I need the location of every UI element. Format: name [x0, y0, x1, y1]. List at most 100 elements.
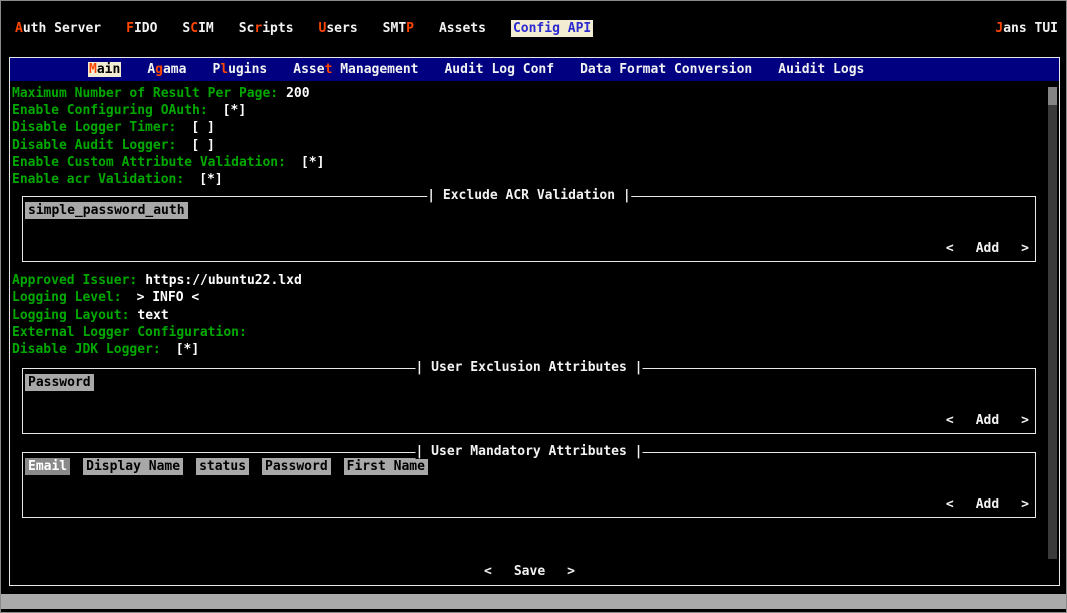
tab-label: Auidit Logs	[778, 62, 864, 77]
add-button-label: Add	[976, 497, 999, 512]
list-item[interactable]: Display Name	[83, 458, 183, 475]
field-max-results: Maximum Number of Result Per Page: 200	[12, 85, 1047, 102]
tab-asset-management[interactable]: Asset Management	[293, 62, 418, 77]
field-label: Logging Layout:	[12, 307, 129, 324]
tab-data-format-conversion[interactable]: Data Format Conversion	[580, 62, 752, 77]
list-item[interactable]: simple_password_auth	[25, 202, 188, 219]
scrollbar-thumb[interactable]	[1048, 87, 1057, 105]
tab-label: Management	[332, 62, 418, 77]
tab-label: ugins	[228, 62, 267, 77]
list-item[interactable]: Password	[262, 458, 331, 475]
user-exclusion-attributes-title: | User Exclusion Attributes |	[416, 360, 643, 375]
menu-item-scripts[interactable]: Scripts	[239, 21, 294, 36]
field-label: External Logger Configuration:	[12, 324, 247, 341]
tab-hotkey: l	[220, 62, 228, 77]
field-logging-level: Logging Level: > INFO <	[12, 289, 1047, 306]
field-label: Enable Configuring OAuth:	[12, 102, 208, 119]
app-title-jans-tui: Jans TUI	[995, 21, 1058, 36]
field-label: Disable Audit Logger:	[12, 137, 176, 154]
tab-plugins[interactable]: Plugins	[212, 62, 267, 77]
field-external-logger: External Logger Configuration:	[12, 324, 1047, 341]
field-label: Enable Custom Attribute Validation:	[12, 154, 286, 171]
button-bracket-left: <	[946, 241, 954, 256]
user-exclusion-attributes-box: | User Exclusion Attributes | Password <…	[22, 368, 1036, 434]
field-label: Maximum Number of Result Per Page:	[12, 85, 278, 102]
field-label: Approved Issuer:	[12, 272, 137, 289]
menu-label: SMT	[383, 21, 406, 36]
tab-hotkey: g	[155, 62, 163, 77]
tab-label: Data Format Conversion	[580, 62, 752, 77]
field-enable-custom-attr-validation: Enable Custom Attribute Validation: [*]	[12, 154, 1047, 171]
button-bracket-left: <	[946, 497, 954, 512]
button-bracket-left: <	[946, 413, 954, 428]
list-item[interactable]: status	[196, 458, 249, 475]
enable-acr-validation-checkbox[interactable]: [*]	[199, 171, 222, 188]
menu-hotkey: P	[406, 21, 414, 36]
tab-main[interactable]: Main	[88, 62, 121, 77]
user-mandatory-attributes-box: | User Mandatory Attributes | Email Disp…	[22, 452, 1036, 518]
user-exclusion-add-button[interactable]: < Add >	[946, 413, 1029, 428]
menu-hotkey: F	[126, 21, 134, 36]
tab-label: Asse	[293, 62, 324, 77]
tab-audit-log-conf[interactable]: Audit Log Conf	[444, 62, 554, 77]
field-disable-logger-timer: Disable Logger Timer: [ ]	[12, 119, 1047, 136]
menu-item-fido[interactable]: FIDO	[126, 21, 157, 36]
list-item[interactable]: First Name	[344, 458, 428, 475]
menu-item-smtp[interactable]: SMTP	[383, 21, 414, 36]
menu-label: uth Server	[23, 21, 101, 36]
save-button[interactable]: < Save >	[12, 564, 1047, 579]
field-disable-audit-logger: Disable Audit Logger: [ ]	[12, 137, 1047, 154]
list-item[interactable]: Email	[25, 458, 70, 475]
exclude-acr-add-button[interactable]: < Add >	[946, 241, 1029, 256]
approved-issuer-input[interactable]: https://ubuntu22.lxd	[145, 272, 302, 289]
field-logging-layout: Logging Layout: text	[12, 307, 1047, 324]
add-button-label: Add	[976, 241, 999, 256]
user-mandatory-attributes-title: | User Mandatory Attributes |	[416, 444, 643, 459]
button-bracket-right: >	[1021, 241, 1029, 256]
form-content: Maximum Number of Result Per Page: 200 E…	[10, 81, 1059, 579]
field-enable-acr-validation: Enable acr Validation: [*]	[12, 171, 1047, 188]
vertical-scrollbar[interactable]	[1048, 87, 1057, 559]
menu-label: Sc	[239, 21, 255, 36]
menu-label: IDO	[134, 21, 157, 36]
menu-item-config-api-selected[interactable]: Config API	[511, 20, 593, 37]
menu-label: Config API	[513, 21, 591, 36]
logging-layout-input[interactable]: text	[137, 307, 168, 324]
field-label: Disable JDK Logger:	[12, 341, 161, 358]
field-enable-oauth: Enable Configuring OAuth: [*]	[12, 102, 1047, 119]
menu-item-users[interactable]: Users	[319, 21, 358, 36]
tab-label: Audit Log Conf	[444, 62, 554, 77]
user-mandatory-add-button[interactable]: < Add >	[946, 497, 1029, 512]
disable-logger-timer-checkbox[interactable]: [ ]	[191, 119, 214, 136]
tab-agama[interactable]: Agama	[147, 62, 186, 77]
menu-label: ans TUI	[1003, 21, 1058, 36]
menu-label: ipts	[262, 21, 293, 36]
add-button-label: Add	[976, 413, 999, 428]
max-results-input[interactable]: 200	[286, 85, 309, 102]
enable-custom-attr-validation-checkbox[interactable]: [*]	[301, 154, 324, 171]
button-bracket-left: <	[484, 564, 492, 579]
menu-label: Assets	[439, 21, 486, 36]
button-bracket-right: >	[567, 564, 575, 579]
menu-hotkey: C	[190, 21, 198, 36]
menu-item-auth-server[interactable]: Auth Server	[15, 21, 101, 36]
menu-hotkey: A	[15, 21, 23, 36]
menu-item-assets[interactable]: Assets	[439, 21, 486, 36]
menu-item-scim[interactable]: SCIM	[182, 21, 213, 36]
logging-level-spinner[interactable]: > INFO <	[137, 289, 200, 306]
tab-audit-logs[interactable]: Auidit Logs	[778, 62, 864, 77]
tab-label: ama	[163, 62, 186, 77]
tab-hotkey: M	[89, 62, 97, 77]
disable-audit-logger-checkbox[interactable]: [ ]	[191, 137, 214, 154]
exclude-acr-validation-box: | Exclude ACR Validation | simple_passwo…	[22, 196, 1036, 262]
list-item[interactable]: Password	[25, 374, 94, 391]
config-api-panel: Main Agama Plugins Asset Management Audi…	[9, 57, 1060, 586]
menu-label: IM	[198, 21, 214, 36]
save-button-label: Save	[514, 564, 545, 579]
button-bracket-right: >	[1021, 497, 1029, 512]
enable-oauth-checkbox[interactable]: [*]	[223, 102, 246, 119]
field-label: Disable Logger Timer:	[12, 119, 176, 136]
config-api-tab-bar: Main Agama Plugins Asset Management Audi…	[10, 58, 1059, 81]
button-bracket-right: >	[1021, 413, 1029, 428]
disable-jdk-logger-checkbox[interactable]: [*]	[176, 341, 199, 358]
